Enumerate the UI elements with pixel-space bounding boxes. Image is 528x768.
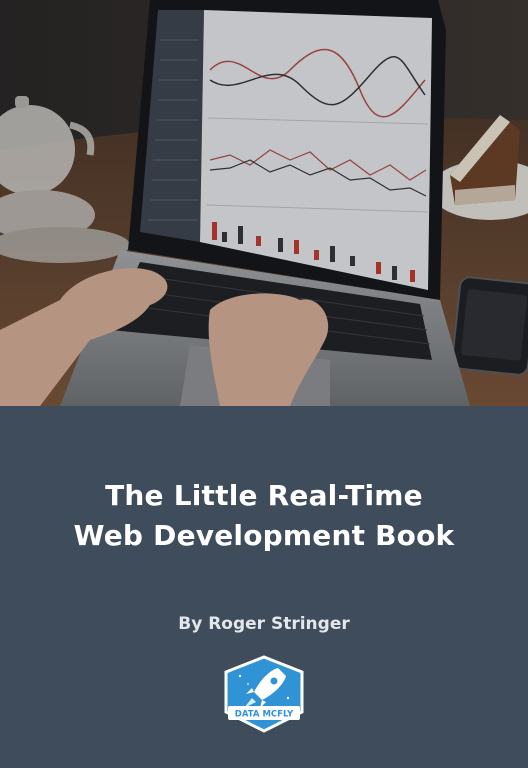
book-title-line-2: Web Development Book bbox=[73, 519, 455, 552]
book-title: The Little Real-Time Web Development Boo… bbox=[0, 476, 528, 556]
book-author: By Roger Stringer bbox=[178, 614, 350, 634]
data-mcfly-logo: DATA MCFLY bbox=[218, 654, 310, 734]
book-cover: The Little Real-Time Web Development Boo… bbox=[0, 0, 528, 768]
logo-text: DATA MCFLY bbox=[235, 710, 294, 720]
logo-badge-svg: DATA MCFLY bbox=[224, 655, 304, 733]
book-title-line-1: The Little Real-Time bbox=[105, 479, 423, 512]
cover-photo bbox=[0, 0, 528, 406]
laptop-photo-illustration bbox=[0, 0, 528, 406]
cover-panel: The Little Real-Time Web Development Boo… bbox=[0, 406, 528, 768]
